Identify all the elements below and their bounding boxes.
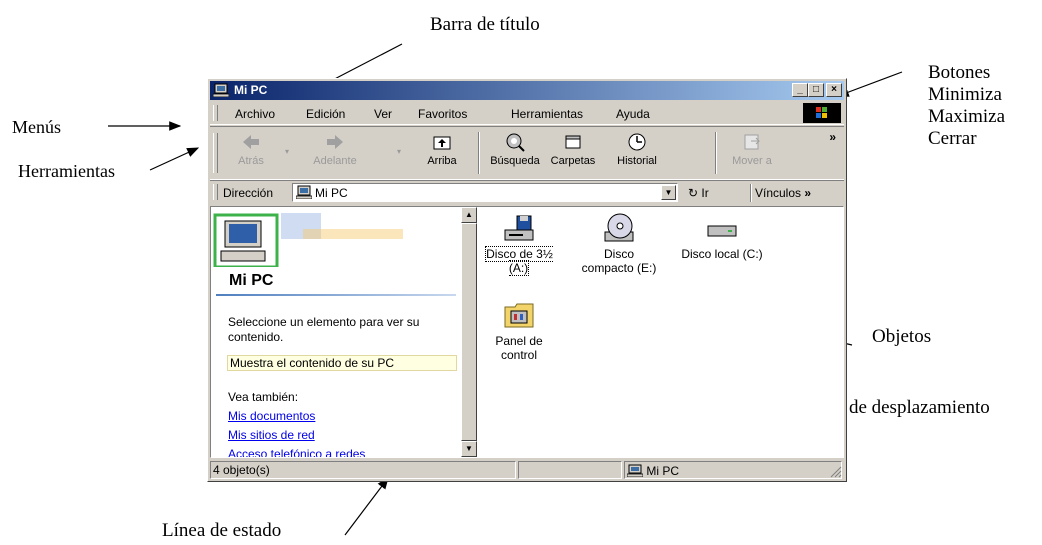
menu-bar: Archivo Edición Ver Favoritos Herramient… <box>210 102 844 125</box>
folder-up-icon <box>433 136 451 150</box>
link-mis-sitios-de-red[interactable]: Mis sitios de red <box>228 428 315 442</box>
links-button[interactable]: Vínculos » <box>755 186 811 200</box>
see-also-heading: Vea también: <box>228 390 299 404</box>
pane-description: Seleccione un elemento para ver su conte… <box>228 315 420 344</box>
object-hard-drive-label: Disco local (C:) <box>681 247 763 261</box>
back-dropdown-icon[interactable]: ▾ <box>285 147 289 156</box>
pane-divider <box>216 294 456 296</box>
menu-edicion[interactable]: Edición <box>306 107 345 121</box>
resize-grip-icon[interactable] <box>830 466 842 478</box>
menu-grip[interactable] <box>213 105 218 121</box>
info-pane: Mi PC Seleccione un elemento para ver su… <box>211 207 461 457</box>
menu-favoritos[interactable]: Favoritos <box>418 107 467 121</box>
arrow-herramientas <box>149 147 200 171</box>
links-more-icon: » <box>804 186 812 200</box>
status-empty-pane <box>518 461 622 479</box>
object-control-panel[interactable]: Panel de control <box>474 299 564 362</box>
maximize-button[interactable]: □ <box>808 83 824 97</box>
back-button[interactable]: Atrás <box>222 131 280 167</box>
toolbar-grip[interactable] <box>213 133 218 173</box>
label-herramientas: Herramientas <box>18 161 115 181</box>
forward-dropdown-icon[interactable]: ▾ <box>397 147 401 156</box>
hard-drive-icon <box>707 225 737 237</box>
toolbar-separator <box>478 132 480 174</box>
control-panel-icon <box>504 303 534 328</box>
address-dropdown-icon[interactable]: ▼ <box>661 185 676 200</box>
link-acceso-telefonico[interactable]: Acceso telefónico a redes <box>228 447 365 457</box>
computer-icon <box>212 83 230 100</box>
windows-logo-icon <box>803 103 841 123</box>
standard-toolbar: Atrás ▾ Adelante ▾ Arriba Búsqueda Carpe… <box>210 126 844 180</box>
status-location: Mi PC <box>646 464 680 478</box>
forward-button[interactable]: Adelante <box>306 131 364 167</box>
menu-herramientas[interactable]: Herramientas <box>511 107 583 121</box>
pane-title: Mi PC <box>229 272 274 289</box>
forward-arrow-icon <box>327 135 343 149</box>
cd-drive-icon <box>604 213 634 242</box>
back-arrow-icon <box>243 135 259 149</box>
address-value: Mi PC <box>315 186 348 200</box>
go-arrow-icon: ↻ <box>688 186 702 200</box>
history-button[interactable]: Historial <box>608 131 666 167</box>
status-bar: 4 objeto(s) Mi PC <box>210 460 844 480</box>
up-button[interactable]: Arriba <box>413 131 471 167</box>
label-barra-titulo: Barra de título <box>430 14 540 35</box>
move-to-icon <box>744 134 761 150</box>
move-to-button[interactable]: Mover a <box>723 131 781 167</box>
object-cd-label: Disco compacto (E:) <box>581 247 657 275</box>
menu-ver[interactable]: Ver <box>374 107 392 121</box>
status-count: 4 objeto(s) <box>210 461 516 479</box>
computer-icon <box>626 464 644 478</box>
address-separator <box>750 184 752 202</box>
object-cd[interactable]: Disco compacto (E:) <box>574 212 664 275</box>
label-maximiza: Maximiza <box>928 106 1006 127</box>
address-grip[interactable] <box>213 184 218 200</box>
object-control-panel-label: Panel de control <box>495 334 543 362</box>
title-bar[interactable]: Mi PC _ □ × <box>210 81 844 100</box>
content-area: Mi PC Seleccione un elemento para ver su… <box>210 206 844 458</box>
label-cerrar: Cerrar <box>928 128 977 149</box>
status-location-pane: Mi PC <box>624 461 842 479</box>
address-label: Dirección <box>223 186 274 200</box>
pane-hover-info: Muestra el contenido de su PC <box>227 355 457 371</box>
link-mis-documentos[interactable]: Mis documentos <box>228 409 315 423</box>
arrow-botones <box>836 71 903 97</box>
window-title: Mi PC <box>234 83 268 97</box>
label-objetos: Objetos <box>872 326 932 347</box>
arrow-linea-estado <box>344 477 389 536</box>
label-menus: Menús <box>12 117 61 137</box>
mi-pc-window: Mi PC _ □ × Archivo Edición Ver Favorito… <box>207 78 847 482</box>
label-minimiza: Minimiza <box>928 84 1002 105</box>
go-button[interactable]: ↻ Ir <box>688 186 709 200</box>
minimize-button[interactable]: _ <box>792 83 808 97</box>
folders-icon <box>565 135 581 149</box>
address-input[interactable]: Mi PC ▼ <box>292 183 678 202</box>
label-linea-estado: Línea de estado <box>162 520 282 541</box>
scroll-down-button[interactable]: ▼ <box>461 441 477 457</box>
mi-pc-banner-icon <box>213 213 403 267</box>
close-button[interactable]: × <box>826 83 842 97</box>
search-globe-icon <box>506 133 525 152</box>
object-floppy[interactable]: Disco de 3½ (A:) <box>474 212 564 276</box>
object-hard-drive[interactable]: Disco local (C:) <box>677 212 767 261</box>
history-clock-icon <box>628 133 646 151</box>
menu-archivo[interactable]: Archivo <box>235 107 275 121</box>
computer-icon <box>296 185 312 199</box>
label-botones: Botones <box>928 62 991 83</box>
object-floppy-label: Disco de 3½ (A:) <box>485 246 553 276</box>
toolbar-separator <box>715 132 717 174</box>
address-bar: Dirección Mi PC ▼ ↻ Ir Vínculos » <box>210 180 844 205</box>
floppy-drive-icon <box>504 215 534 241</box>
menu-ayuda[interactable]: Ayuda <box>616 107 650 121</box>
search-button[interactable]: Búsqueda <box>486 131 544 167</box>
toolbar-more-icon[interactable]: » <box>829 130 836 144</box>
folders-button[interactable]: Carpetas <box>544 131 602 167</box>
